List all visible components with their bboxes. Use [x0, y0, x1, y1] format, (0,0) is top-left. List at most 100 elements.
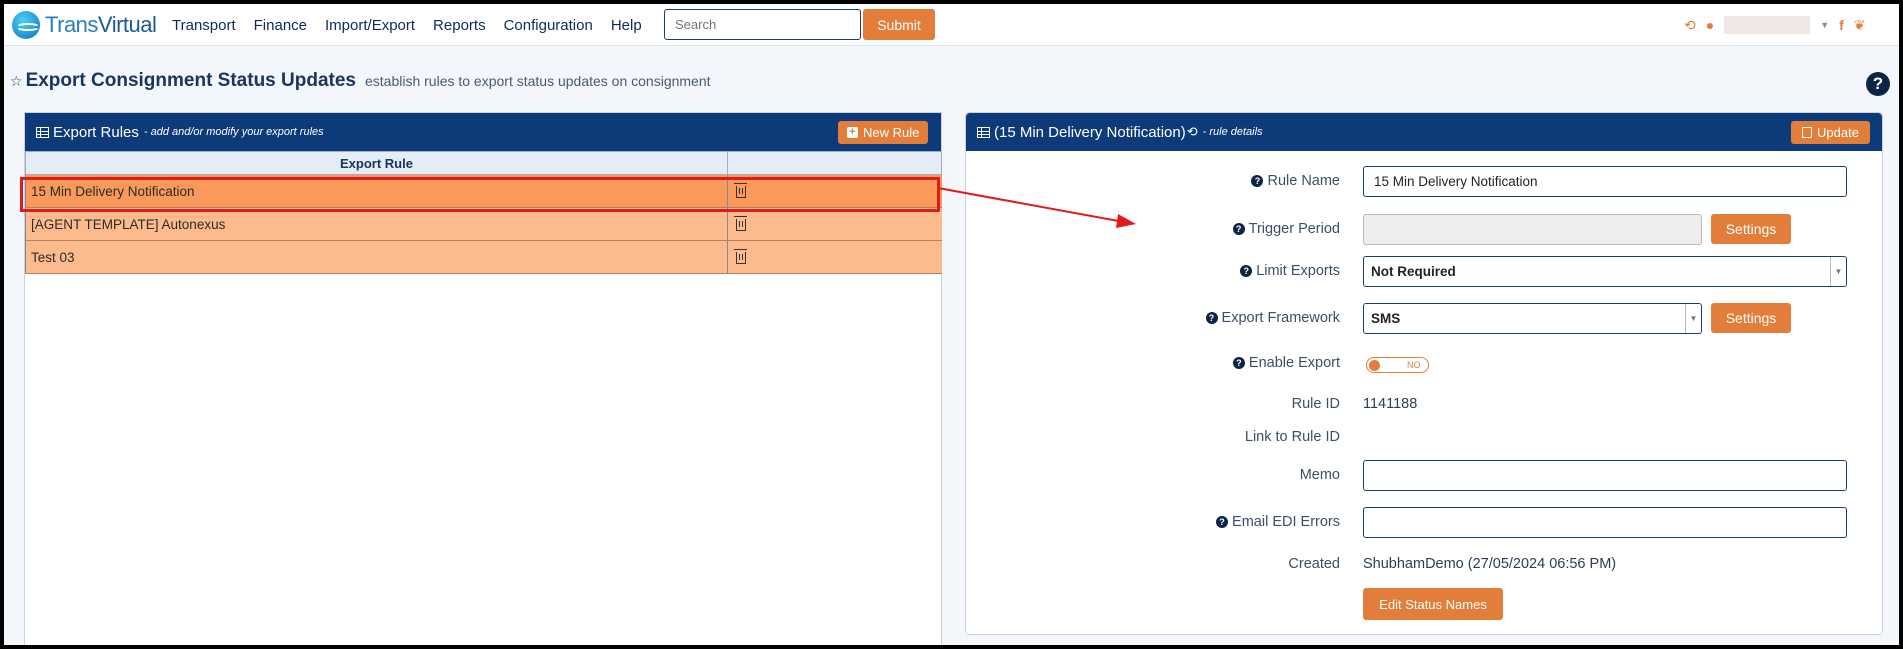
- menu-item-transport[interactable]: Transport: [172, 17, 236, 34]
- link-rule-id-row: Link to Rule ID: [966, 429, 1882, 449]
- update-label: Update: [1817, 125, 1859, 140]
- page-heading: ☆ Export Consignment Status Updates esta…: [10, 70, 711, 92]
- help-icon[interactable]: ?: [1232, 357, 1245, 369]
- limit-exports-select[interactable]: Not Required ▼: [1363, 256, 1847, 287]
- enable-export-label-text: Enable Export: [1248, 355, 1340, 371]
- user-name-redacted[interactable]: [1724, 16, 1811, 34]
- new-rule-button[interactable]: + New Rule: [838, 121, 929, 144]
- rule-details-subtitle: - rule details: [1202, 126, 1263, 138]
- help-icon[interactable]: ?: [1216, 516, 1229, 528]
- column-header-actions: [727, 151, 942, 175]
- logo[interactable]: TransVirtual: [12, 11, 157, 39]
- limit-exports-value: Not Required: [1371, 264, 1456, 279]
- rule-name-cell[interactable]: Test 03: [25, 240, 728, 274]
- rule-id-label: Rule ID: [1291, 396, 1340, 412]
- column-header-export-rule: Export Rule: [25, 151, 728, 175]
- menu-item-import-export[interactable]: Import/Export: [325, 17, 415, 34]
- facebook-icon[interactable]: f: [1839, 17, 1844, 33]
- framework-settings-button[interactable]: Settings: [1711, 303, 1791, 333]
- help-icon[interactable]: ?: [1205, 312, 1218, 324]
- memo-label: Memo: [1299, 467, 1340, 483]
- rule-id-row: Rule ID 1141188: [966, 396, 1882, 416]
- logo-text: TransVirtual: [45, 12, 157, 38]
- chevron-down-icon[interactable]: ▼: [1820, 20, 1829, 30]
- help-icon[interactable]: ?: [1240, 265, 1253, 277]
- rule-details-header: (15 Min Delivery Notification) ⟲ - rule …: [966, 113, 1882, 151]
- delete-cell: [727, 240, 942, 274]
- trash-icon[interactable]: [734, 215, 747, 231]
- delete-cell: [727, 207, 942, 241]
- table-row[interactable]: [AGENT TEMPLATE] Autonexus: [25, 207, 942, 241]
- rule-name-cell[interactable]: [AGENT TEMPLATE] Autonexus: [25, 207, 728, 241]
- globe-logo-icon: [12, 11, 40, 39]
- rule-name-field[interactable]: 15 Min Delivery Notification: [1363, 166, 1847, 197]
- logo-suffix: Virtual: [97, 12, 157, 37]
- export-framework-value: SMS: [1371, 311, 1401, 326]
- export-framework-label: ? Export Framework: [1205, 310, 1340, 326]
- email-edi-label: ? Email EDI Errors: [1216, 514, 1340, 530]
- export-framework-label-text: Export Framework: [1221, 310, 1340, 326]
- table-row[interactable]: Test 03: [25, 240, 942, 274]
- submit-button[interactable]: Submit: [863, 9, 935, 40]
- help-icon[interactable]: ?: [1251, 175, 1264, 187]
- chevron-down-icon: ▼: [1830, 257, 1846, 286]
- memo-row: Memo: [966, 460, 1882, 491]
- table-icon: [36, 126, 49, 138]
- main-menu: Transport Finance Import/Export Reports …: [172, 4, 660, 46]
- table-icon: [977, 126, 990, 138]
- edit-status-names-button[interactable]: Edit Status Names: [1363, 588, 1503, 620]
- history-icon[interactable]: ⟲: [1684, 17, 1696, 34]
- rule-name-row: ? Rule Name 15 Min Delivery Notification: [966, 166, 1882, 197]
- menu-item-reports[interactable]: Reports: [433, 17, 486, 34]
- star-icon[interactable]: ☆: [10, 73, 23, 90]
- help-icon[interactable]: ?: [1866, 72, 1890, 96]
- nav-right: ⟲ ● ▼ f ❦: [1684, 4, 1866, 46]
- enable-export-label: ? Enable Export: [1232, 355, 1340, 371]
- plus-icon: +: [847, 127, 858, 138]
- menu-item-help[interactable]: Help: [611, 17, 642, 34]
- twitter-icon[interactable]: ❦: [1854, 17, 1866, 34]
- user-icon[interactable]: ●: [1706, 17, 1714, 33]
- memo-field[interactable]: [1363, 460, 1847, 491]
- history-icon[interactable]: ⟲: [1187, 124, 1198, 140]
- created-row: Created ShubhamDemo (27/05/2024 06:56 PM…: [966, 556, 1882, 576]
- top-nav: TransVirtual Transport Finance Import/Ex…: [4, 4, 1899, 46]
- created-value: ShubhamDemo (27/05/2024 06:56 PM): [1363, 556, 1617, 572]
- menu-item-finance[interactable]: Finance: [254, 17, 307, 34]
- export-rules-table: Export Rule 15 Min Delivery Notification…: [25, 151, 942, 274]
- update-button[interactable]: Update: [1791, 121, 1870, 144]
- trigger-period-row: ? Trigger Period Settings: [966, 214, 1882, 245]
- menu-item-configuration[interactable]: Configuration: [504, 17, 593, 34]
- enable-export-toggle[interactable]: NO: [1366, 357, 1429, 373]
- page-subtitle: establish rules to export status updates…: [364, 73, 711, 89]
- app-window: TransVirtual Transport Finance Import/Ex…: [4, 4, 1899, 645]
- export-rules-header: Export Rules - add and/or modify your ex…: [25, 113, 941, 151]
- rule-details-title: (15 Min Delivery Notification): [994, 123, 1186, 141]
- limit-exports-label-text: Limit Exports: [1256, 263, 1340, 279]
- trigger-period-label-text: Trigger Period: [1248, 221, 1340, 237]
- created-label: Created: [1288, 556, 1340, 572]
- limit-exports-label: ? Limit Exports: [1240, 263, 1340, 279]
- rule-id-value: 1141188: [1363, 396, 1418, 412]
- new-rule-label: New Rule: [863, 125, 920, 140]
- trigger-settings-button[interactable]: Settings: [1711, 214, 1791, 244]
- save-icon: [1802, 127, 1813, 138]
- trash-icon[interactable]: [734, 248, 747, 264]
- link-rule-id-label: Link to Rule ID: [1244, 429, 1340, 445]
- email-edi-row: ? Email EDI Errors: [966, 507, 1882, 538]
- chevron-down-icon: ▼: [1685, 304, 1701, 333]
- enable-export-row: ? Enable Export NO: [966, 353, 1882, 377]
- search-input[interactable]: [664, 9, 861, 40]
- logo-prefix: Trans: [45, 12, 98, 37]
- rule-name-label-text: Rule Name: [1267, 173, 1340, 189]
- export-framework-row: ? Export Framework SMS ▼ Settings: [966, 303, 1882, 334]
- email-edi-label-text: Email EDI Errors: [1232, 514, 1340, 530]
- page-title: Export Consignment Status Updates: [25, 70, 356, 91]
- toggle-knob: [1369, 360, 1380, 371]
- help-icon[interactable]: ?: [1232, 223, 1245, 235]
- edit-status-row: Edit Status Names: [966, 588, 1882, 620]
- export-framework-select[interactable]: SMS ▼: [1363, 303, 1702, 334]
- trigger-period-field: [1363, 214, 1702, 245]
- email-edi-field[interactable]: [1363, 507, 1847, 538]
- annotation-highlight-box: [20, 177, 940, 212]
